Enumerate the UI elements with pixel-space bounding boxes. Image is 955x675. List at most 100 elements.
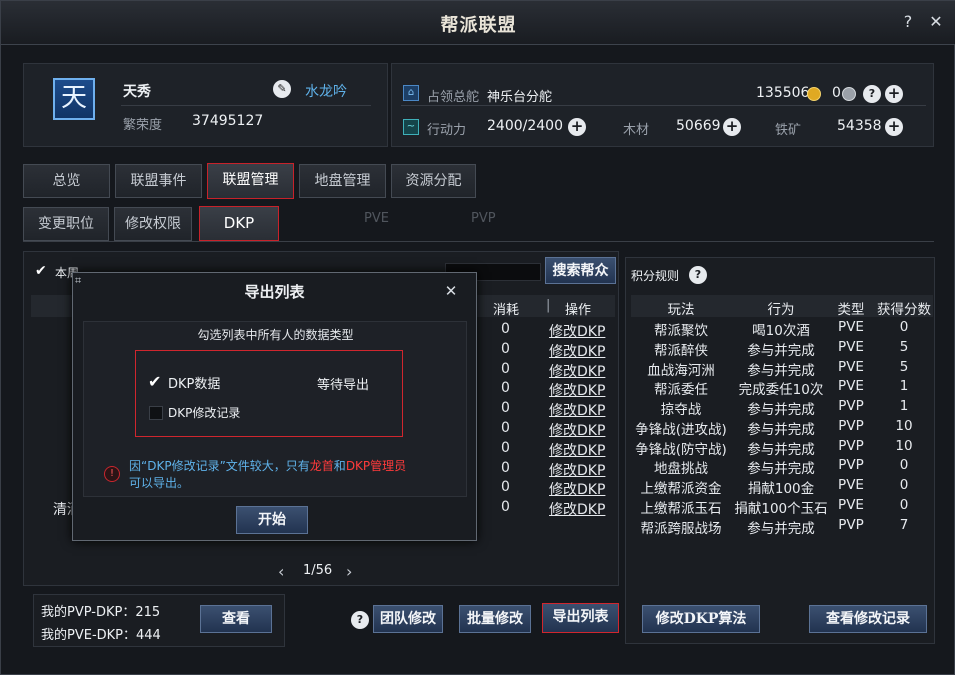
rule-score: 5: [899, 358, 909, 375]
edit-dkp-algorithm-button[interactable]: 修改DKP算法: [642, 605, 760, 633]
page-indicator: 1/56: [303, 563, 333, 578]
export-options-box: [135, 350, 403, 437]
rule-type: PVE: [838, 378, 864, 395]
bottom-help-icon[interactable]: ?: [351, 611, 369, 629]
rule-score: 0: [899, 496, 909, 513]
pvp-filter-tab[interactable]: PVP: [471, 211, 496, 226]
export-warning: 因“DKP修改记录”文件较大，只有龙首和DKP管理员 可以导出。: [129, 458, 459, 492]
batch-edit-button[interactable]: 批量修改: [459, 605, 531, 633]
rules-row: 帮派委任 完成委任10次 PVE 1: [633, 378, 939, 399]
add-wood-button[interactable]: +: [723, 118, 741, 136]
start-export-button[interactable]: 开始: [236, 506, 308, 534]
edit-dkp-link[interactable]: 修改DKP: [549, 420, 605, 440]
view-dkp-button[interactable]: 查看: [200, 605, 272, 633]
team-edit-button[interactable]: 团队修改: [373, 605, 443, 633]
rules-header-action: 行为: [767, 302, 795, 318]
member-cost: 0: [501, 360, 510, 377]
edit-dkp-link[interactable]: 修改DKP: [549, 380, 605, 400]
dkp-records-checkbox[interactable]: [149, 406, 163, 420]
edit-dkp-link[interactable]: 修改DKP: [549, 321, 605, 341]
dialog-close-icon[interactable]: ✕: [441, 281, 461, 301]
faction-name: 水龙吟: [305, 84, 347, 100]
dialog-instruction: 勾选列表中所有人的数据类型: [197, 328, 354, 342]
export-dialog: ⌗ 导出列表 ✕ 勾选列表中所有人的数据类型 ✔ DKP数据 等待导出 DKP修…: [72, 272, 477, 541]
subtab-dkp[interactable]: DKP: [199, 206, 279, 241]
subtab-change-position[interactable]: 变更职位: [23, 207, 109, 241]
subtab-underline: [23, 241, 934, 242]
rules-help-icon[interactable]: ?: [689, 266, 707, 284]
tab-overview[interactable]: 总览: [23, 164, 110, 198]
rule-action: 参与并完成: [747, 421, 815, 438]
edit-dkp-link[interactable]: 修改DKP: [549, 460, 605, 480]
rule-type: PVE: [838, 477, 864, 493]
alliance-emblem: 天: [53, 78, 95, 120]
rule-type: PVP: [838, 437, 864, 454]
tab-territory-management[interactable]: 地盘管理: [299, 164, 386, 198]
header-separator: |: [546, 298, 551, 313]
member-cost: 0: [501, 439, 510, 456]
member-cost: 0: [501, 340, 510, 357]
dkp-records-label: DKP修改记录: [168, 406, 241, 420]
add-action-button[interactable]: +: [568, 118, 586, 136]
rule-action: 参与并完成: [747, 461, 815, 478]
edit-dkp-link[interactable]: 修改DKP: [549, 440, 605, 460]
rule-mode: 帮派醉侠: [654, 342, 708, 359]
rule-action: 参与并完成: [747, 520, 815, 537]
resource-help-icon[interactable]: ?: [863, 85, 881, 103]
close-icon[interactable]: ✕: [925, 11, 947, 33]
view-edit-records-button[interactable]: 查看修改记录: [809, 605, 927, 633]
edit-dkp-link[interactable]: 修改DKP: [549, 341, 605, 361]
week-checkbox[interactable]: ✔: [35, 263, 47, 279]
rules-header-score: 获得分数: [877, 302, 931, 318]
edit-dkp-link[interactable]: 修改DKP: [549, 400, 605, 420]
iron-label: 铁矿: [775, 123, 802, 138]
rules-row: 地盘挑战 参与并完成 PVP 0: [633, 457, 939, 478]
rule-mode: 帮派聚饮: [654, 323, 708, 339]
dkp-data-checkbox[interactable]: ✔: [148, 372, 161, 391]
warning-suffix: 可以导出。: [129, 476, 190, 490]
rule-type: PVE: [838, 358, 864, 375]
next-page-icon[interactable]: ›: [346, 562, 352, 581]
rule-mode: 帮派委任: [654, 382, 708, 399]
warning-icon: !: [104, 466, 120, 482]
edit-dkp-link[interactable]: 修改DKP: [549, 499, 605, 519]
pve-filter-tab[interactable]: PVE: [364, 211, 389, 226]
warning-role-leader: 龙首: [309, 459, 334, 473]
rule-action: 参与并完成: [747, 441, 815, 458]
rule-mode: 地盘挑战: [654, 461, 708, 478]
header-operation: 操作: [565, 303, 592, 318]
tab-alliance-events[interactable]: 联盟事件: [115, 164, 202, 198]
rule-mode: 上缴帮派玉石: [640, 500, 722, 517]
subtab-edit-permission[interactable]: 修改权限: [114, 207, 192, 241]
window-title: 帮派联盟: [440, 15, 517, 36]
rule-type: PVP: [838, 457, 864, 474]
add-iron-button[interactable]: +: [885, 118, 903, 136]
rule-score: 0: [899, 457, 909, 474]
rules-title: 积分规则: [631, 269, 680, 283]
export-list-button[interactable]: 导出列表: [542, 603, 619, 633]
edit-dkp-link[interactable]: 修改DKP: [549, 361, 605, 381]
rule-score: 10: [895, 437, 913, 454]
rule-mode: 争锋战(进攻战): [635, 421, 727, 438]
alliance-window: 帮派联盟 ? ✕ 天 天秀 ✎ 水龙吟 繁荣度 37495127 ⌂ 占领总舵 …: [0, 0, 955, 675]
pencil-icon[interactable]: ✎: [273, 80, 291, 98]
tab-resource-allocation[interactable]: 资源分配: [391, 164, 476, 198]
rule-action: 参与并完成: [747, 362, 815, 379]
rule-score: 5: [899, 338, 909, 355]
rule-mode: 血战海河洲: [647, 362, 715, 379]
action-label: 行动力: [427, 123, 467, 138]
tab-alliance-management[interactable]: 联盟管理: [207, 163, 294, 199]
add-currency-button[interactable]: +: [885, 85, 903, 103]
rule-action: 参与并完成: [747, 342, 815, 359]
edit-dkp-link[interactable]: 修改DKP: [549, 479, 605, 499]
rule-type: PVE: [838, 496, 864, 513]
rules-row: 血战海河洲 参与并完成 PVE 5: [633, 358, 939, 379]
warning-role-admin: DKP管理员: [345, 459, 407, 473]
rules-row: 上缴帮派玉石 捐献100个玉石 PVE 0: [633, 496, 939, 517]
search-members-button[interactable]: 搜索帮众: [545, 257, 616, 284]
help-icon[interactable]: ?: [897, 11, 919, 33]
rules-row: 帮派醉侠 参与并完成 PVE 5: [633, 338, 939, 359]
silver-coin-icon: [842, 87, 856, 101]
prev-page-icon[interactable]: ‹: [278, 562, 284, 581]
territory-icon: ⌂: [403, 85, 419, 101]
